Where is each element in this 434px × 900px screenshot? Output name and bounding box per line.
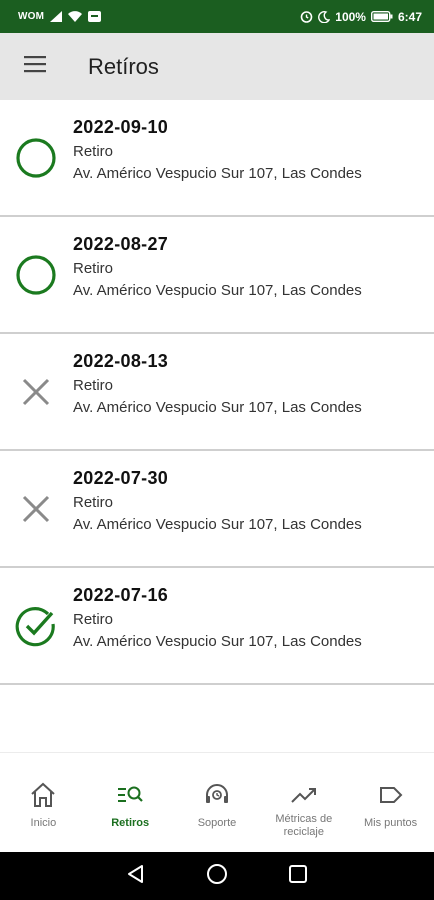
nav-item-mis-puntos[interactable]: Mis puntos <box>347 753 434 852</box>
menu-button[interactable] <box>0 33 70 100</box>
trending-up-icon <box>290 781 318 809</box>
do-not-disturb-moon-icon <box>318 10 331 23</box>
pickup-date: 2022-07-30 <box>73 468 169 488</box>
nav-item-inicio[interactable]: Inicio <box>0 753 87 852</box>
pickup-date: 2022-08-27 <box>73 234 169 254</box>
label-tag-icon <box>378 781 404 809</box>
pickup-date: 2022-07-16 <box>73 585 169 605</box>
circle-pending-icon <box>14 253 58 297</box>
list-item[interactable]: 2022-09-10 Retiro Av. Américo Vespucio S… <box>0 100 434 217</box>
x-cancelled-icon <box>14 487 58 531</box>
pickup-date: 2022-09-10 <box>73 117 169 137</box>
nav-label: Inicio <box>30 817 57 829</box>
nav-label: Retiros <box>111 817 150 829</box>
hamburger-menu-icon <box>23 55 47 78</box>
system-navigation-bar <box>0 852 434 900</box>
nav-label: Métricas de reciclaje <box>275 813 333 838</box>
circle-pending-icon <box>14 136 58 180</box>
recents-square-icon <box>288 864 308 889</box>
home-icon <box>29 781 57 809</box>
page-title: Retíros <box>88 53 159 79</box>
nav-item-retiros[interactable]: Retiros <box>87 753 174 852</box>
home-button[interactable] <box>202 861 232 891</box>
list-item[interactable]: 2022-07-30 Retiro Av. Américo Vespucio S… <box>0 451 434 568</box>
nav-label: Mis puntos <box>363 817 418 829</box>
message-icon <box>88 11 102 22</box>
pickup-type: Retiro <box>73 494 114 511</box>
nav-item-soporte[interactable]: Soporte <box>174 753 261 852</box>
app-bar: Retíros <box>0 33 434 100</box>
battery-icon <box>370 11 393 22</box>
pickup-type: Retiro <box>73 260 114 277</box>
home-circle-icon <box>206 863 228 890</box>
pickup-address: Av. Américo Vespucio Sur 107, Las Condes <box>73 399 362 416</box>
list-item[interactable]: 2022-07-16 Retiro Av. Américo Vespucio S… <box>0 568 434 685</box>
clock-time: 6:47 <box>397 9 422 24</box>
alarm-icon <box>300 10 313 23</box>
pickup-list: 2022-09-10 Retiro Av. Américo Vespucio S… <box>0 100 434 685</box>
signal-icon <box>50 11 63 22</box>
check-circle-icon <box>14 604 58 648</box>
status-bar: WOM 100% 6:47 <box>0 0 434 33</box>
bottom-navigation: Inicio Retiros Soporte Métricas de recic… <box>0 752 434 852</box>
x-cancelled-icon <box>14 370 58 414</box>
pickup-address: Av. Américo Vespucio Sur 107, Las Condes <box>73 516 362 533</box>
back-triangle-icon <box>126 864 146 889</box>
pickup-address: Av. Américo Vespucio Sur 107, Las Condes <box>73 165 362 182</box>
pickup-address: Av. Américo Vespucio Sur 107, Las Condes <box>73 633 362 650</box>
nav-label: Soporte <box>197 817 237 829</box>
back-button[interactable] <box>121 861 151 891</box>
battery-percent: 100% <box>335 9 366 24</box>
list-search-icon <box>116 781 144 809</box>
pickup-type: Retiro <box>73 611 114 628</box>
wifi-icon <box>68 11 83 22</box>
recents-button[interactable] <box>283 861 313 891</box>
support-headset-icon <box>203 781 231 809</box>
pickup-address: Av. Américo Vespucio Sur 107, Las Condes <box>73 282 362 299</box>
carrier-label: WOM <box>18 11 45 22</box>
list-item[interactable]: 2022-08-13 Retiro Av. Américo Vespucio S… <box>0 334 434 451</box>
pickup-type: Retiro <box>73 143 114 160</box>
list-item[interactable]: 2022-08-27 Retiro Av. Américo Vespucio S… <box>0 217 434 334</box>
pickup-type: Retiro <box>73 377 114 394</box>
nav-item-metricas[interactable]: Métricas de reciclaje <box>260 753 347 852</box>
pickup-date: 2022-08-13 <box>73 351 169 371</box>
